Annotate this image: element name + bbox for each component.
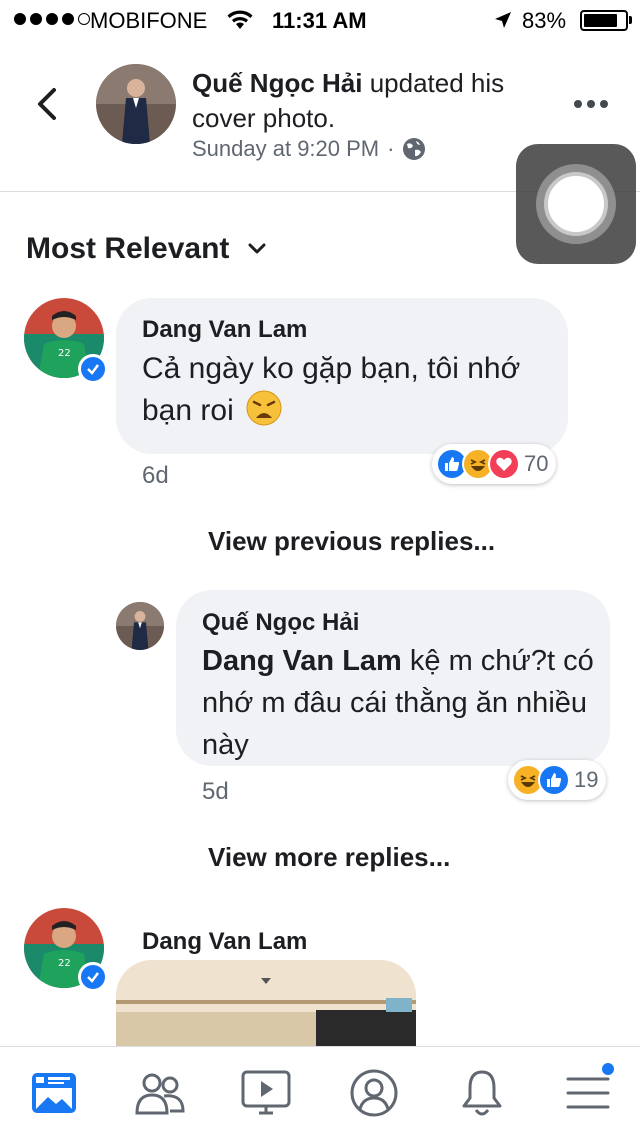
weary-face-emoji-icon (246, 390, 282, 426)
love-reaction-icon (488, 448, 520, 480)
battery-icon (580, 10, 628, 31)
battery-tip (629, 16, 632, 24)
location-arrow-icon (495, 12, 511, 28)
more-options-icon[interactable] (574, 100, 608, 108)
comment-time[interactable]: 6d (142, 462, 169, 490)
menu-notification-dot (600, 1061, 616, 1077)
status-bar: MOBIFONE 11:31 AM 83% (0, 0, 640, 40)
comment-text: Cả ngày ko gặp bạn, tôi nhớ bạn roi (142, 348, 552, 432)
globe-icon (403, 138, 426, 160)
wifi-icon (227, 10, 253, 29)
notifications-icon[interactable] (456, 1067, 508, 1119)
verified-badge-icon (78, 962, 108, 992)
reply-text: Dang Van Lam kệ m chứ?t có nhớ m đâu cái… (202, 640, 594, 766)
comment-body: Cả ngày ko gặp bạn, tôi nhớ bạn roi (142, 352, 521, 427)
assistive-touch-button[interactable] (516, 144, 636, 264)
battery-percentage: 83% (522, 8, 567, 33)
author-name[interactable]: Quế Ngọc Hải (192, 68, 362, 98)
view-more-replies-link[interactable]: View more replies... (208, 842, 450, 873)
svg-text:22: 22 (58, 958, 71, 969)
sort-label: Most Relevant (26, 232, 230, 265)
comment-author[interactable]: Dang Van Lam (142, 928, 307, 956)
reaction-summary[interactable]: 70 (432, 444, 557, 484)
view-previous-replies-link[interactable]: View previous replies... (208, 526, 495, 557)
meta-separator: · (387, 136, 395, 161)
sort-dropdown[interactable]: Most Relevant (26, 232, 267, 266)
friends-icon[interactable] (134, 1067, 186, 1119)
comment-author[interactable]: Dang Van Lam (142, 316, 307, 344)
author-avatar[interactable] (96, 64, 176, 144)
signal-strength-icon (14, 13, 90, 25)
post-timestamp[interactable]: Sunday at 9:20 PM (192, 136, 379, 162)
chevron-down-icon (248, 243, 266, 254)
clock: 11:31 AM (272, 8, 367, 33)
reaction-count: 19 (574, 767, 599, 792)
reply-time[interactable]: 5d (202, 778, 229, 806)
reaction-count: 70 (524, 451, 549, 476)
bottom-tab-bar (0, 1046, 640, 1136)
back-arrow-icon[interactable] (30, 84, 66, 124)
profile-icon[interactable] (348, 1067, 400, 1119)
carrier-name: MOBIFONE (90, 8, 208, 33)
watch-icon[interactable] (240, 1067, 292, 1119)
like-reaction-icon (538, 764, 570, 796)
post-meta: Sunday at 9:20 PM · (192, 136, 426, 162)
comment-photo[interactable] (116, 960, 416, 1050)
reply-author[interactable]: Quế Ngọc Hải (202, 609, 359, 637)
reply-avatar[interactable] (116, 602, 164, 650)
post-title: Quế Ngọc Hải updated his cover photo. (192, 66, 552, 136)
svg-text:22: 22 (58, 348, 71, 359)
verified-badge-icon (78, 354, 108, 384)
reply-mention[interactable]: Dang Van Lam (202, 645, 402, 677)
reply-reaction-summary[interactable]: 19 (508, 760, 607, 800)
news-feed-icon[interactable] (28, 1067, 80, 1119)
